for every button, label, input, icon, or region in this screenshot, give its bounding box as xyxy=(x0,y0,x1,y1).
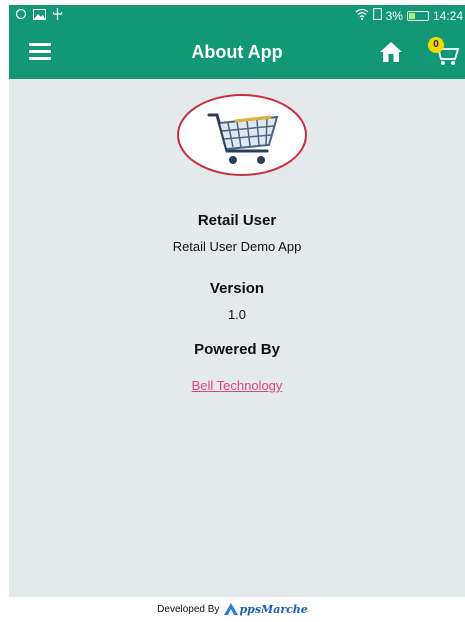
status-icons-right: 3% 14:24 xyxy=(355,8,463,23)
home-button[interactable] xyxy=(378,39,404,65)
wifi-icon xyxy=(355,8,369,23)
shopping-cart-logo-icon xyxy=(177,94,307,176)
powered-by-link[interactable]: Bell Technology xyxy=(9,378,465,393)
app-screen: 3% 14:24 About App 0 Retail User Retail … xyxy=(9,5,465,597)
app-logo xyxy=(175,93,309,177)
powered-by-label: Powered By xyxy=(194,341,280,358)
brand-name: ppsMarche xyxy=(239,602,308,616)
status-time: 14:24 xyxy=(432,8,463,23)
usb-icon xyxy=(52,8,63,23)
brand-a-icon xyxy=(224,603,239,615)
app-bar: About App 0 xyxy=(9,27,465,79)
cart-count-badge: 0 xyxy=(428,37,444,53)
status-bar: 3% 14:24 xyxy=(9,5,465,27)
sim-icon xyxy=(372,8,382,23)
app-name: Retail User xyxy=(197,212,277,229)
battery-icon xyxy=(406,10,429,21)
cart-button[interactable]: 0 xyxy=(424,35,460,67)
whatsapp-icon xyxy=(15,8,27,23)
version-value: 1.0 xyxy=(227,307,247,322)
home-icon xyxy=(380,42,402,62)
version-label: Version xyxy=(209,280,265,297)
app-description: Retail User Demo App xyxy=(172,239,302,254)
battery-percent: 3% xyxy=(385,8,403,23)
developer-brand-logo: ppsMarche xyxy=(223,602,308,616)
image-icon xyxy=(33,8,46,23)
status-icons-left xyxy=(15,8,63,23)
footer: Developed By ppsMarche xyxy=(0,600,465,618)
developed-by-label: Developed By xyxy=(157,603,220,615)
battery-fill xyxy=(408,12,415,19)
